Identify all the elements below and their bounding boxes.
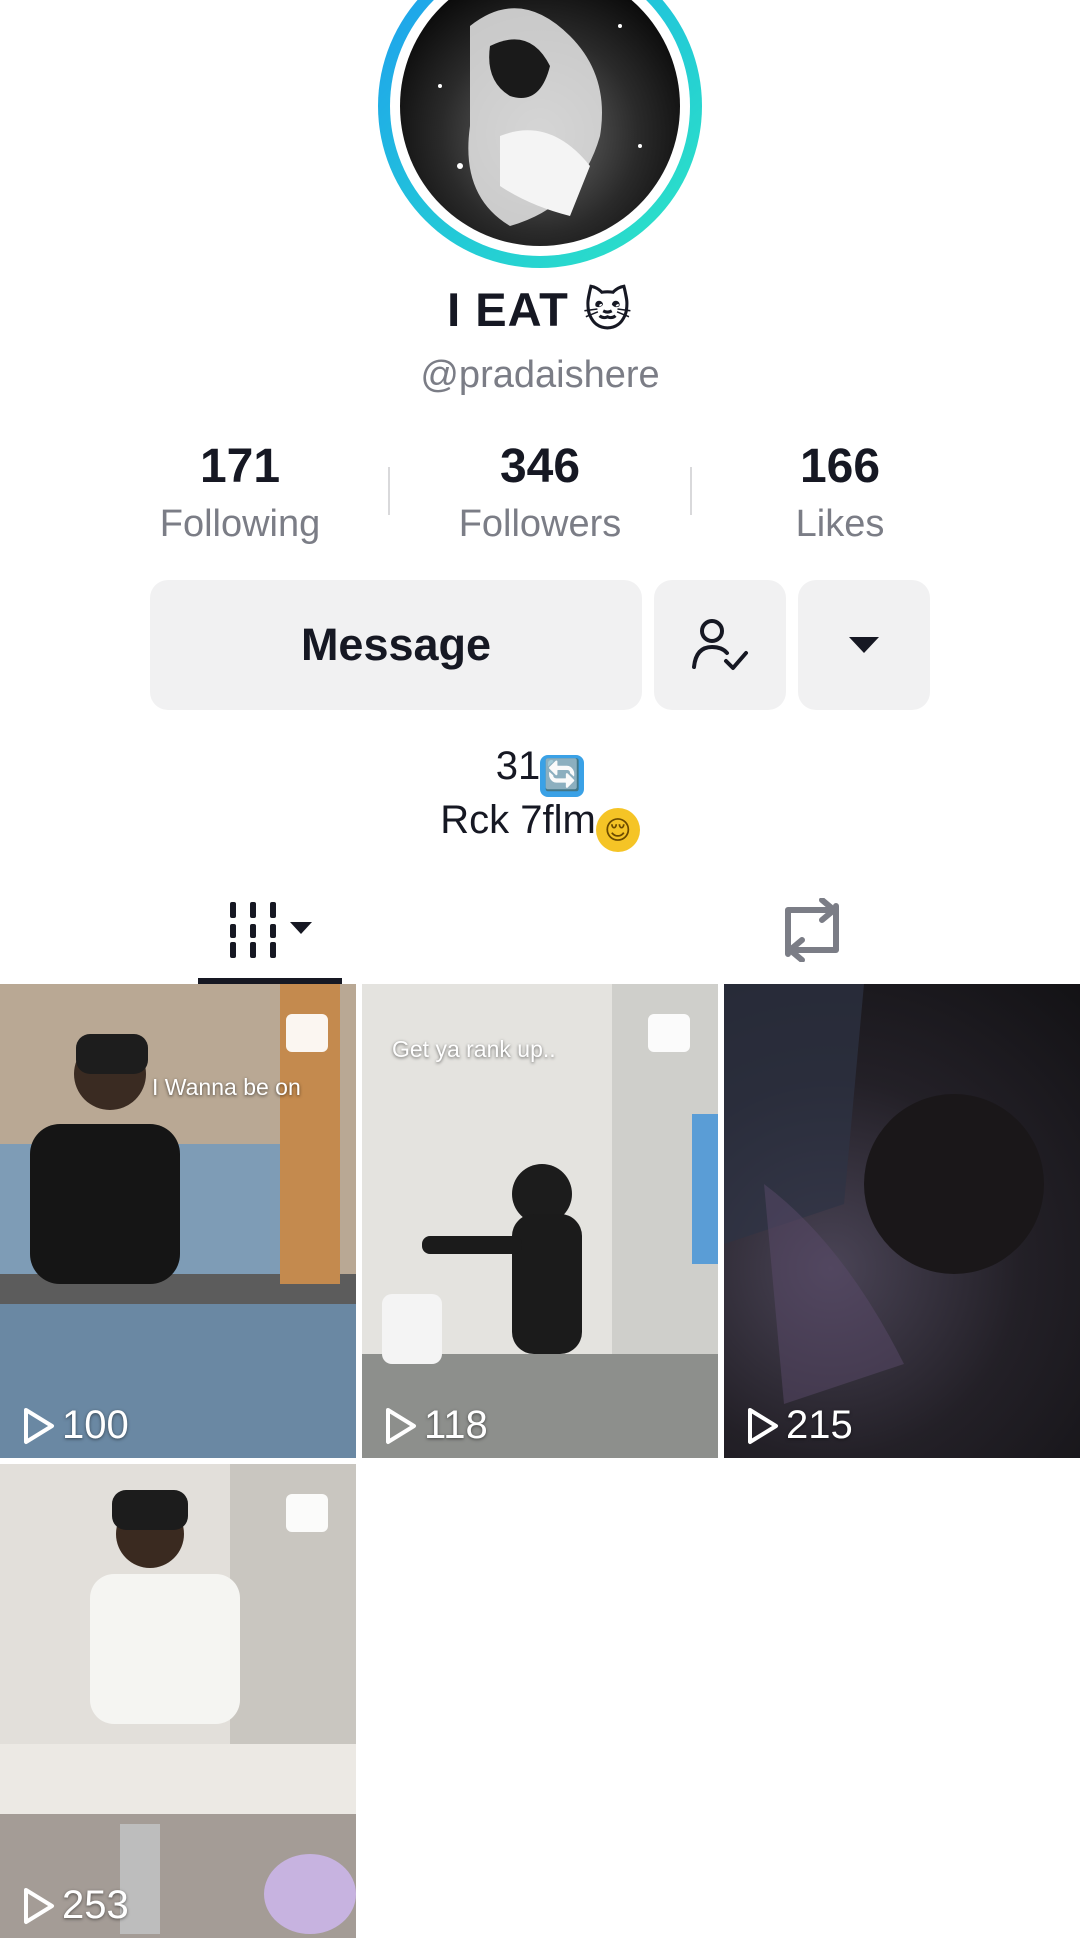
avatar-illustration <box>438 8 642 226</box>
thumbnail-scene <box>724 984 1044 1404</box>
play-icon <box>748 1407 778 1444</box>
bio-line-2: Rck 7flm 😌 <box>0 798 1080 852</box>
view-count: 100 <box>22 1403 129 1448</box>
followers-count: 346 <box>499 440 581 493</box>
avatar-border <box>390 0 690 256</box>
view-count-value: 100 <box>62 1403 129 1447</box>
relieved-face-emoji: 😌 <box>595 808 640 852</box>
display-name: I EAT 🐱 <box>447 283 633 336</box>
play-icon <box>24 1887 54 1924</box>
play-icon <box>24 1407 54 1444</box>
stat-divider <box>690 467 692 515</box>
avatar-image <box>400 0 680 246</box>
caret-down-icon <box>849 637 879 653</box>
repeat-emoji: 🔄 <box>540 755 585 797</box>
tab-reposts[interactable] <box>740 880 884 980</box>
view-count: 118 <box>384 1403 488 1448</box>
view-count-value: 253 <box>62 1883 129 1927</box>
message-button-label: Message <box>300 619 492 670</box>
stat-divider <box>388 467 390 515</box>
stat-following[interactable]: 171 Following <box>110 438 370 552</box>
username-handle: @pradaishere <box>420 354 660 396</box>
following-count: 171 <box>199 440 281 493</box>
thumbnail-scene <box>0 1464 356 1938</box>
tab-videos[interactable] <box>198 880 342 980</box>
likes-label: Likes <box>795 503 885 545</box>
grid-icon <box>230 902 312 958</box>
view-count: 253 <box>22 1883 129 1928</box>
view-count-value: 118 <box>424 1403 488 1447</box>
photo-mode-icon <box>286 1014 328 1052</box>
photo-mode-icon <box>286 1494 328 1532</box>
bio-line-1: 31 🔄 <box>0 744 1080 797</box>
stat-likes[interactable]: 166 Likes <box>710 438 970 552</box>
following-label: Following <box>159 503 321 545</box>
thumbnail-scene <box>0 984 356 1458</box>
video-caption: I Wanna be on <box>152 1074 301 1100</box>
video-caption: Get ya rank up.. <box>392 1036 556 1062</box>
view-count: 215 <box>746 1403 853 1448</box>
video-thumbnail-4[interactable]: 253 <box>0 1464 356 1938</box>
bio-text: 31 <box>495 744 541 788</box>
more-options-button[interactable] <box>798 580 930 710</box>
message-button[interactable]: Message <box>150 580 642 710</box>
play-icon <box>386 1407 416 1444</box>
video-thumbnail-2[interactable]: Get ya rank up.. 118 <box>362 984 718 1458</box>
friends-button[interactable] <box>654 580 786 710</box>
repost-icon <box>785 898 839 962</box>
photo-mode-icon <box>648 1014 690 1052</box>
video-thumbnail-3[interactable]: 215 <box>724 984 1080 1458</box>
likes-count: 166 <box>799 440 881 493</box>
bio-text: Rck 7flm <box>440 798 596 842</box>
person-check-icon <box>692 619 748 670</box>
view-count-value: 215 <box>786 1403 853 1447</box>
video-thumbnail-1[interactable]: I Wanna be on 100 <box>0 984 356 1458</box>
followers-label: Followers <box>458 503 622 545</box>
stat-followers[interactable]: 346 Followers <box>410 438 670 552</box>
avatar[interactable] <box>378 0 702 268</box>
